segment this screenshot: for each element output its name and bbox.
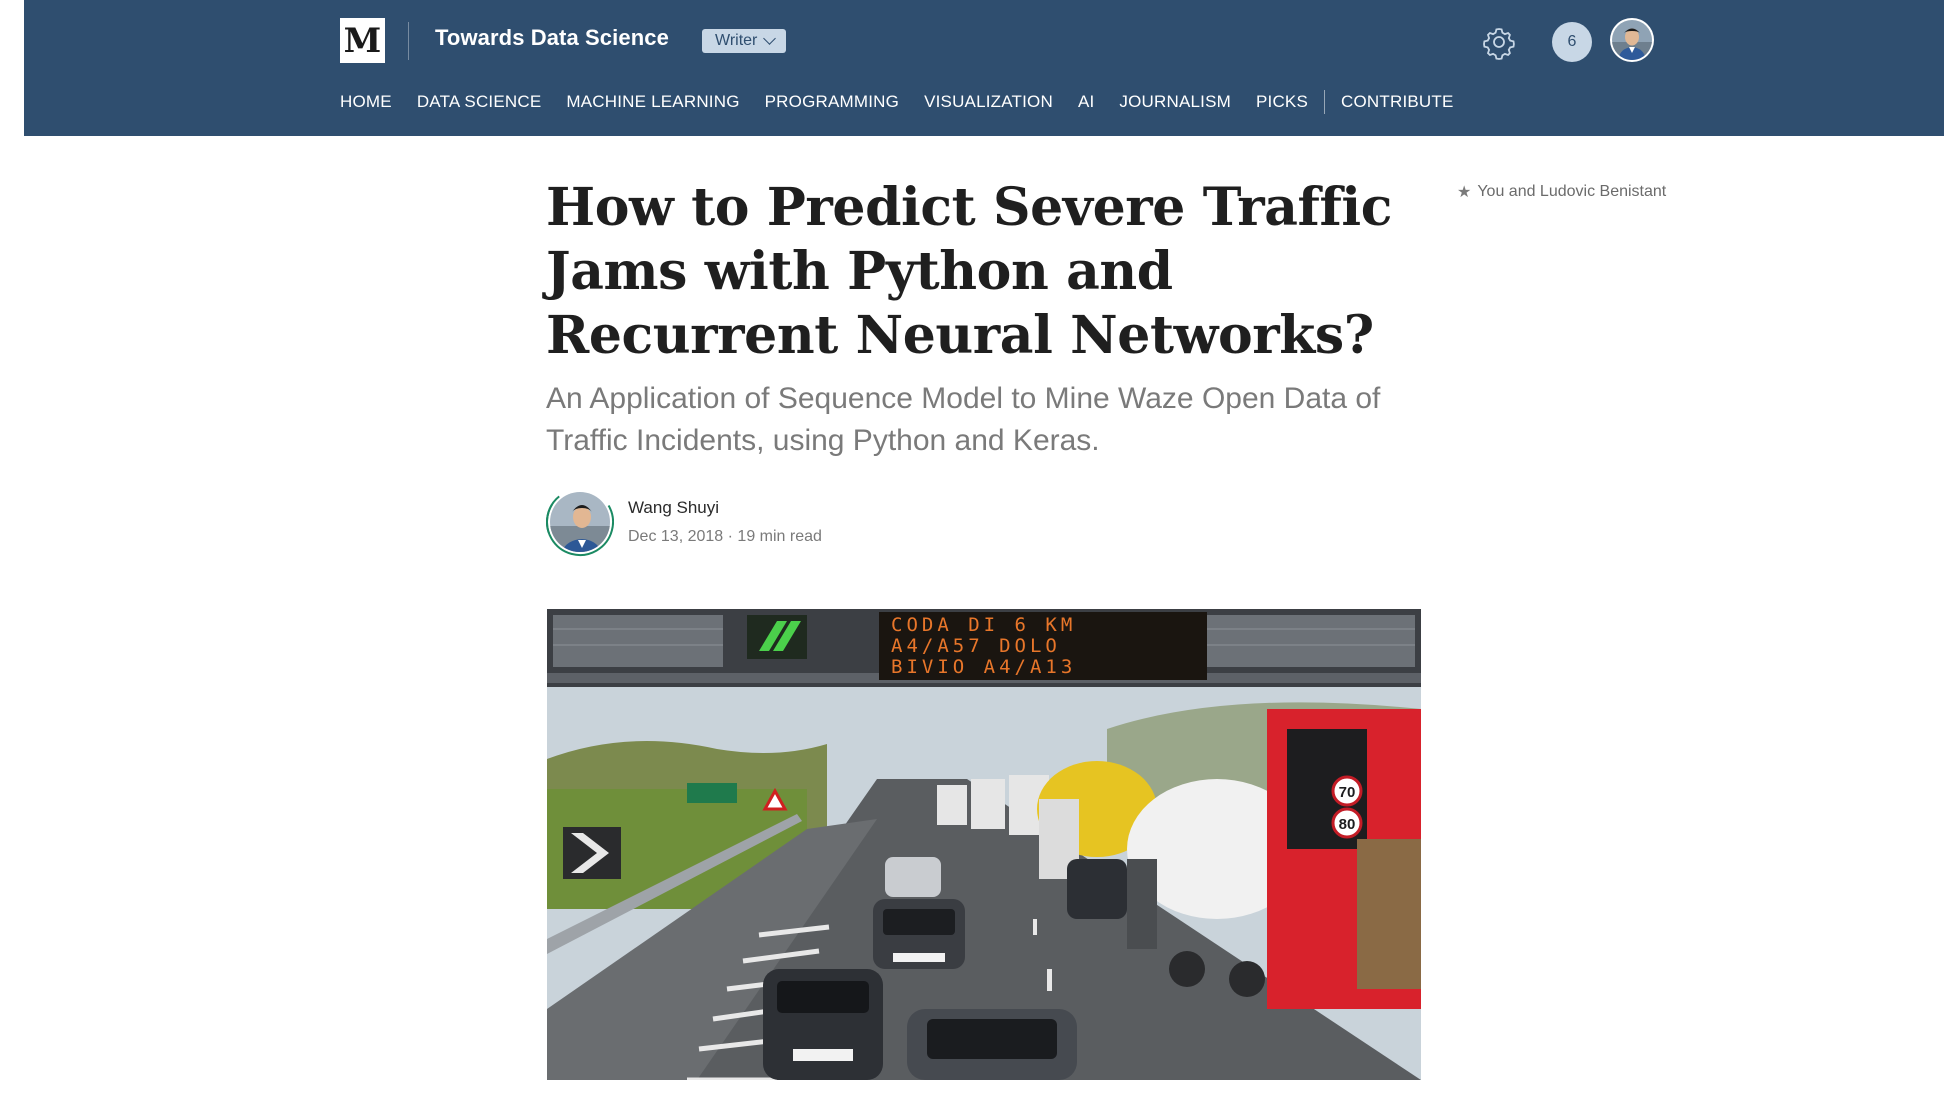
author-name[interactable]: Wang Shuyi — [628, 498, 719, 518]
nav-picks[interactable]: PICKS — [1256, 92, 1308, 112]
brand-divider — [408, 22, 409, 60]
top-header: M Towards Data Science Writer 6 HOME DAT… — [24, 0, 1944, 136]
article-meta: Dec 13, 2018 · 19 min read — [628, 528, 822, 546]
nav-contribute[interactable]: CONTRIBUTE — [1341, 92, 1454, 112]
article-title: How to Predict Severe Traffic Jams with … — [546, 177, 1393, 366]
nav-journalism[interactable]: JOURNALISM — [1119, 92, 1231, 112]
writer-dropdown[interactable]: Writer — [702, 29, 787, 53]
traffic-jam-illustration: CODA DI 6 KM A4/A57 DOLO BIVIO A4/A13 70… — [547, 609, 1421, 1080]
recommend-note-text: You and Ludovic Benistant — [1477, 183, 1667, 200]
brand-row: M Towards Data Science Writer 6 — [340, 18, 1660, 66]
writer-badge-label: Writer — [715, 32, 758, 49]
speed-sign-1: 70 — [1339, 784, 1356, 801]
chevron-down-icon — [763, 32, 777, 45]
star-icon: ★ — [1457, 184, 1472, 201]
nav-machine-learning[interactable]: MACHINE LEARNING — [566, 92, 739, 112]
nav-programming[interactable]: PROGRAMMING — [765, 92, 899, 112]
sign-line-3: BIVIO A4/A13 — [891, 656, 1076, 678]
avatar-photo — [1612, 20, 1652, 60]
sign-line-2: A4/A57 DOLO — [891, 635, 1061, 657]
user-avatar[interactable] — [1610, 18, 1654, 62]
category-nav: HOME DATA SCIENCE MACHINE LEARNING PROGR… — [340, 90, 1479, 114]
meta-separator: · — [727, 528, 733, 545]
nav-divider — [1324, 90, 1326, 114]
nav-visualization[interactable]: VISUALIZATION — [924, 92, 1053, 112]
nav-home[interactable]: HOME — [340, 92, 392, 112]
author-avatar-photo — [546, 488, 614, 556]
article-subtitle: An Application of Sequence Model to Mine… — [546, 382, 1381, 457]
notifications-badge[interactable]: 6 — [1552, 22, 1592, 62]
recommend-note[interactable]: ★ You and Ludovic Benistant — [1457, 182, 1666, 202]
gear-icon[interactable] — [1481, 24, 1517, 60]
author-avatar[interactable] — [546, 486, 614, 558]
medium-logo[interactable]: M — [340, 18, 385, 63]
nav-ai[interactable]: AI — [1078, 92, 1094, 112]
hero-image: CODA DI 6 KM A4/A57 DOLO BIVIO A4/A13 70… — [547, 609, 1421, 1080]
publication-name[interactable]: Towards Data Science — [435, 25, 669, 51]
publish-date: Dec 13, 2018 — [628, 528, 724, 545]
speed-sign-2: 80 — [1339, 816, 1356, 833]
read-time: 19 min read — [737, 528, 822, 545]
sign-line-1: CODA DI 6 KM — [891, 614, 1076, 636]
nav-data-science[interactable]: DATA SCIENCE — [417, 92, 542, 112]
